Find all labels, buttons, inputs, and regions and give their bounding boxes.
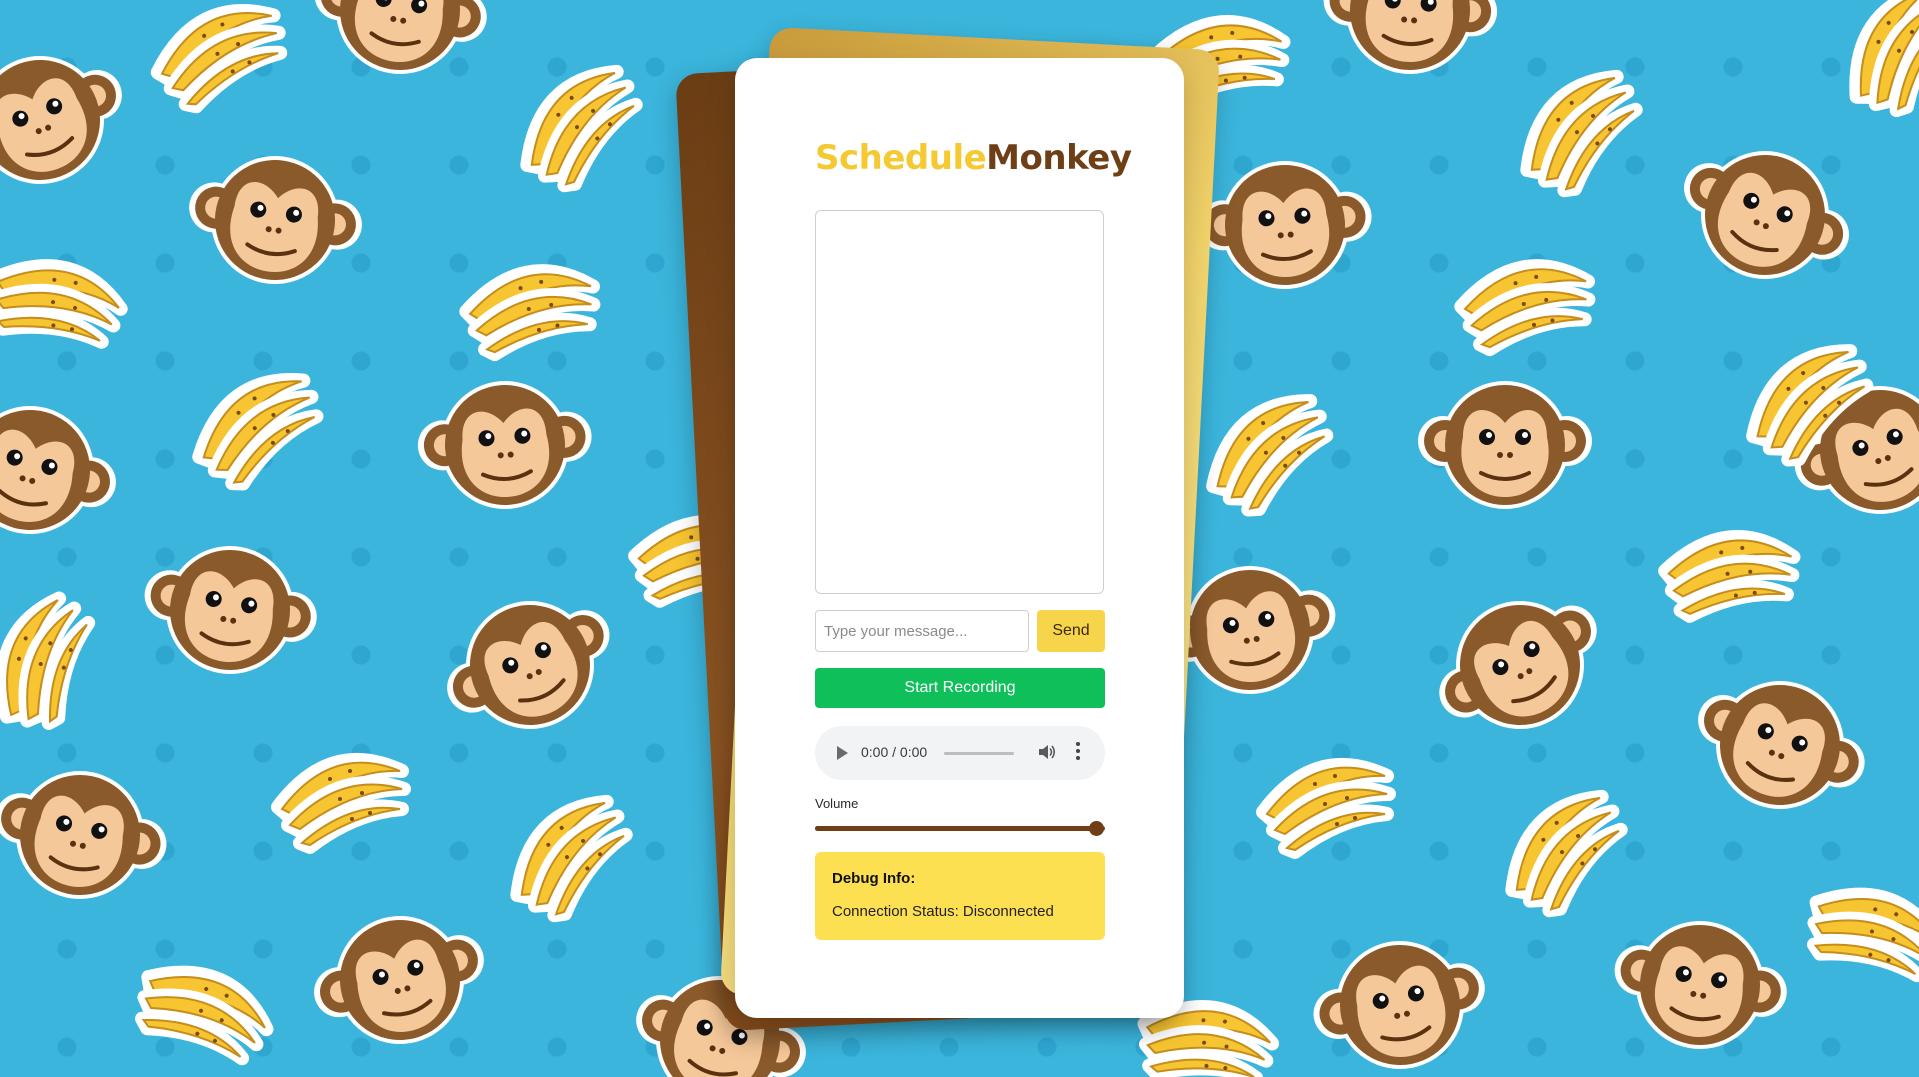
monkey-face-icon — [0, 383, 133, 557]
start-recording-button[interactable]: Start Recording — [815, 668, 1105, 708]
main-card: ScheduleMonkey Send Start Recording 0:00… — [735, 58, 1184, 1018]
message-input-row: Send — [815, 610, 1106, 652]
banana-bunch-icon — [1489, 786, 1642, 924]
volume-icon[interactable] — [1037, 742, 1057, 762]
monkey-face-icon — [1410, 564, 1630, 766]
connection-status: Connection Status: Disconnected — [832, 903, 1054, 920]
monkey-face-icon — [297, 893, 503, 1067]
banana-bunch-icon — [1263, 765, 1389, 852]
send-button[interactable]: Send — [1037, 610, 1105, 652]
debug-info-panel: Debug Info: Connection Status: Disconnec… — [815, 852, 1105, 940]
app-title-schedule: Schedule — [815, 138, 987, 178]
monkey-face-icon — [1601, 904, 1799, 1066]
banana-bunch-icon — [150, 4, 289, 112]
monkey-face-icon — [422, 568, 638, 762]
play-icon[interactable] — [837, 746, 848, 760]
monkey-face-icon — [411, 373, 599, 517]
audio-time: 0:00 / 0:00 — [861, 744, 928, 760]
monkey-face-icon — [1658, 121, 1872, 309]
banana-bunch-icon — [123, 941, 276, 1077]
audio-player[interactable]: 0:00 / 0:00 — [815, 726, 1105, 780]
more-vertical-icon[interactable] — [1075, 742, 1081, 764]
banana-bunch-icon — [1504, 66, 1657, 204]
banana-bunch-icon — [0, 237, 128, 375]
monkey-face-icon — [0, 752, 181, 918]
volume-slider[interactable] — [815, 820, 1105, 836]
monkey-face-icon — [0, 28, 146, 212]
monkey-face-icon — [1191, 153, 1379, 297]
banana-bunch-icon — [1826, 0, 1919, 127]
banana-bunch-icon — [494, 791, 647, 929]
chat-messages-area[interactable] — [815, 210, 1104, 594]
monkey-face-icon — [1299, 922, 1501, 1077]
banana-bunch-icon — [1794, 864, 1919, 1008]
banana-bunch-icon — [278, 760, 404, 847]
banana-bunch-icon — [1193, 390, 1344, 522]
monkey-face-icon — [131, 529, 329, 691]
banana-bunch-icon — [1458, 260, 1591, 358]
audio-progress-bar[interactable] — [944, 752, 1014, 755]
volume-label: Volume — [815, 796, 859, 811]
banana-bunch-icon — [183, 370, 331, 495]
monkey-face-icon — [1416, 379, 1594, 511]
app-title-monkey: Monkey — [986, 138, 1132, 178]
monkey-face-icon — [301, 0, 499, 91]
volume-slider-thumb[interactable] — [1089, 821, 1104, 836]
banana-bunch-icon — [504, 61, 657, 199]
monkey-face-icon — [1315, 0, 1505, 84]
message-input[interactable] — [815, 610, 1029, 652]
banana-bunch-icon — [1658, 525, 1797, 633]
volume-slider-fill — [815, 826, 1097, 831]
monkey-face-icon — [177, 142, 373, 298]
monkey-face-icon — [1674, 653, 1886, 837]
debug-title: Debug Info: — [832, 870, 916, 887]
banana-bunch-icon — [0, 590, 119, 743]
app-title: ScheduleMonkey — [815, 138, 1132, 178]
banana-bunch-icon — [463, 265, 596, 363]
